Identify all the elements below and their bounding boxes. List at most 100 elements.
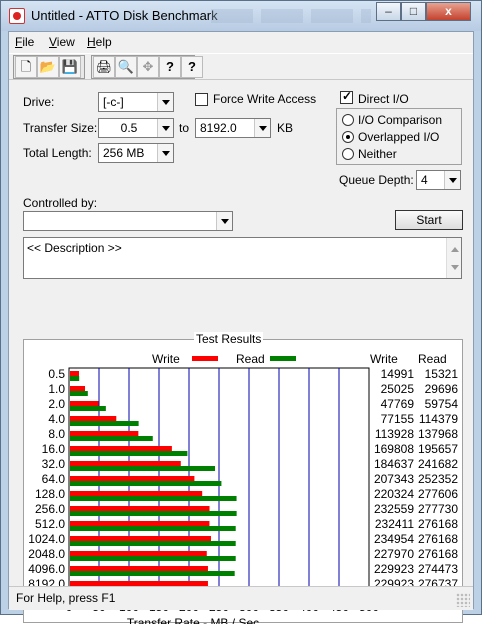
y-tick-label: 4096.0 (28, 562, 65, 576)
description-scrollbar[interactable] (446, 238, 461, 278)
y-tick-label: 2.0 (48, 397, 65, 411)
context-help-icon[interactable]: ? (181, 56, 203, 78)
y-tick-label: 32.0 (42, 457, 66, 471)
write-value: 232411 (375, 517, 414, 531)
menu-file[interactable]: File (15, 35, 34, 49)
save-icon[interactable]: 💾 (59, 56, 81, 78)
write-bar (70, 386, 86, 391)
neither-radio[interactable] (342, 148, 354, 160)
chevron-down-icon[interactable] (216, 212, 232, 230)
write-bar (70, 536, 211, 541)
transfer-to-select[interactable]: 8192.0 (195, 118, 271, 138)
write-value: 14991 (381, 367, 415, 381)
read-value: 241682 (418, 457, 458, 471)
chevron-down-icon[interactable] (157, 93, 173, 111)
x-axis-label: Transfer Rate - MB / Sec (127, 616, 259, 624)
read-bar (70, 376, 80, 381)
controlled-by-select[interactable] (23, 211, 233, 231)
menu-bar: File View Help (9, 32, 473, 52)
write-bar (70, 566, 208, 571)
drive-select[interactable]: [-c-] (98, 92, 174, 112)
write-bar (70, 506, 210, 511)
direct-io-checkbox[interactable] (340, 89, 353, 104)
transfer-from-select[interactable]: 0.5 (98, 118, 174, 138)
read-value: 114379 (419, 412, 458, 426)
transfer-size-label: Transfer Size: (23, 121, 98, 135)
benchmark-settings: Drive: [-c-] Force Write Access Direct I… (9, 82, 473, 624)
scroll-up-icon[interactable] (451, 243, 459, 252)
title-bar[interactable]: Untitled - ATTO Disk Benchmark – □ x (1, 1, 481, 31)
total-length-value: 256 MB (103, 146, 145, 160)
open-folder-icon[interactable]: 📂 (37, 56, 59, 78)
transfer-rate-chart: 0501001502002503003504004505000.51499115… (28, 367, 459, 624)
test-results-panel: Test Results Write Read Write Read 05010… (23, 332, 463, 624)
write-bar (70, 446, 172, 451)
maximize-button[interactable]: □ (401, 2, 426, 21)
chevron-down-icon[interactable] (254, 119, 270, 137)
write-value: 169808 (374, 442, 414, 456)
read-bar (70, 571, 235, 576)
print-preview-icon[interactable]: 🔍 (115, 56, 137, 78)
read-value: 252352 (418, 472, 458, 486)
read-value: 59754 (425, 397, 459, 411)
io-comparison-radio[interactable] (342, 114, 354, 126)
queue-depth-value: 4 (421, 173, 428, 187)
y-tick-label: 512.0 (35, 517, 65, 531)
y-tick-label: 16.0 (42, 442, 66, 456)
write-bar (70, 491, 203, 496)
overlapped-io-label: Overlapped I/O (358, 130, 440, 144)
write-value: 227970 (374, 547, 414, 561)
client-area: File View Help 🗋 📂 💾 🖨 🔍 ✥ ? ? Drive: [-… (8, 31, 474, 624)
write-bar (70, 461, 181, 466)
drive-value: [-c-] (103, 95, 124, 109)
read-bar (70, 496, 237, 501)
queue-depth-select[interactable]: 4 (416, 170, 461, 190)
print-icon[interactable]: 🖨 (93, 56, 115, 78)
menu-view[interactable]: View (49, 35, 75, 49)
help-icon[interactable]: ? (159, 56, 181, 78)
read-bar (70, 391, 88, 396)
new-file-icon[interactable]: 🗋 (15, 56, 37, 78)
y-tick-label: 128.0 (35, 487, 65, 501)
toolbar: 🗋 📂 💾 🖨 🔍 ✥ ? ? (9, 53, 473, 80)
minimize-button[interactable]: – (376, 2, 401, 21)
read-value: 276168 (418, 547, 458, 561)
chevron-down-icon[interactable] (444, 171, 460, 189)
read-value: 137968 (418, 427, 458, 441)
write-value: 47769 (381, 397, 415, 411)
read-value: 15321 (425, 367, 459, 381)
write-bar (70, 521, 210, 526)
scroll-down-icon[interactable] (451, 265, 459, 274)
y-tick-label: 2048.0 (28, 547, 65, 561)
transfer-from-value: 0.5 (120, 121, 138, 135)
total-length-select[interactable]: 256 MB (98, 143, 174, 163)
window-title: Untitled - ATTO Disk Benchmark (31, 8, 218, 23)
force-write-checkbox[interactable] (195, 93, 208, 106)
y-tick-label: 4.0 (48, 412, 65, 426)
overlapped-io-radio[interactable] (342, 131, 354, 143)
chevron-down-icon[interactable] (157, 119, 173, 137)
start-button[interactable]: Start (395, 210, 463, 230)
write-bar (70, 431, 139, 436)
resize-grip-icon[interactable] (456, 593, 470, 607)
close-button[interactable]: x (426, 2, 471, 21)
status-bar: For Help, press F1 (9, 586, 473, 610)
write-value: 184637 (374, 457, 414, 471)
menu-help[interactable]: Help (87, 35, 112, 49)
y-tick-label: 64.0 (42, 472, 66, 486)
write-value: 229923 (374, 562, 414, 576)
read-bar (70, 406, 106, 411)
read-value: 276168 (418, 532, 458, 546)
read-bar (70, 511, 237, 516)
read-bar (70, 451, 188, 456)
read-bar (70, 556, 236, 561)
move-icon[interactable]: ✥ (137, 56, 159, 78)
write-value: 25025 (381, 382, 415, 396)
io-comparison-label: I/O Comparison (358, 113, 443, 127)
y-tick-label: 256.0 (35, 502, 65, 516)
read-bar (70, 526, 236, 531)
write-value: 220324 (374, 487, 414, 501)
y-tick-label: 1.0 (48, 382, 65, 396)
chevron-down-icon[interactable] (157, 144, 173, 162)
description-box[interactable]: << Description >> (23, 237, 462, 279)
